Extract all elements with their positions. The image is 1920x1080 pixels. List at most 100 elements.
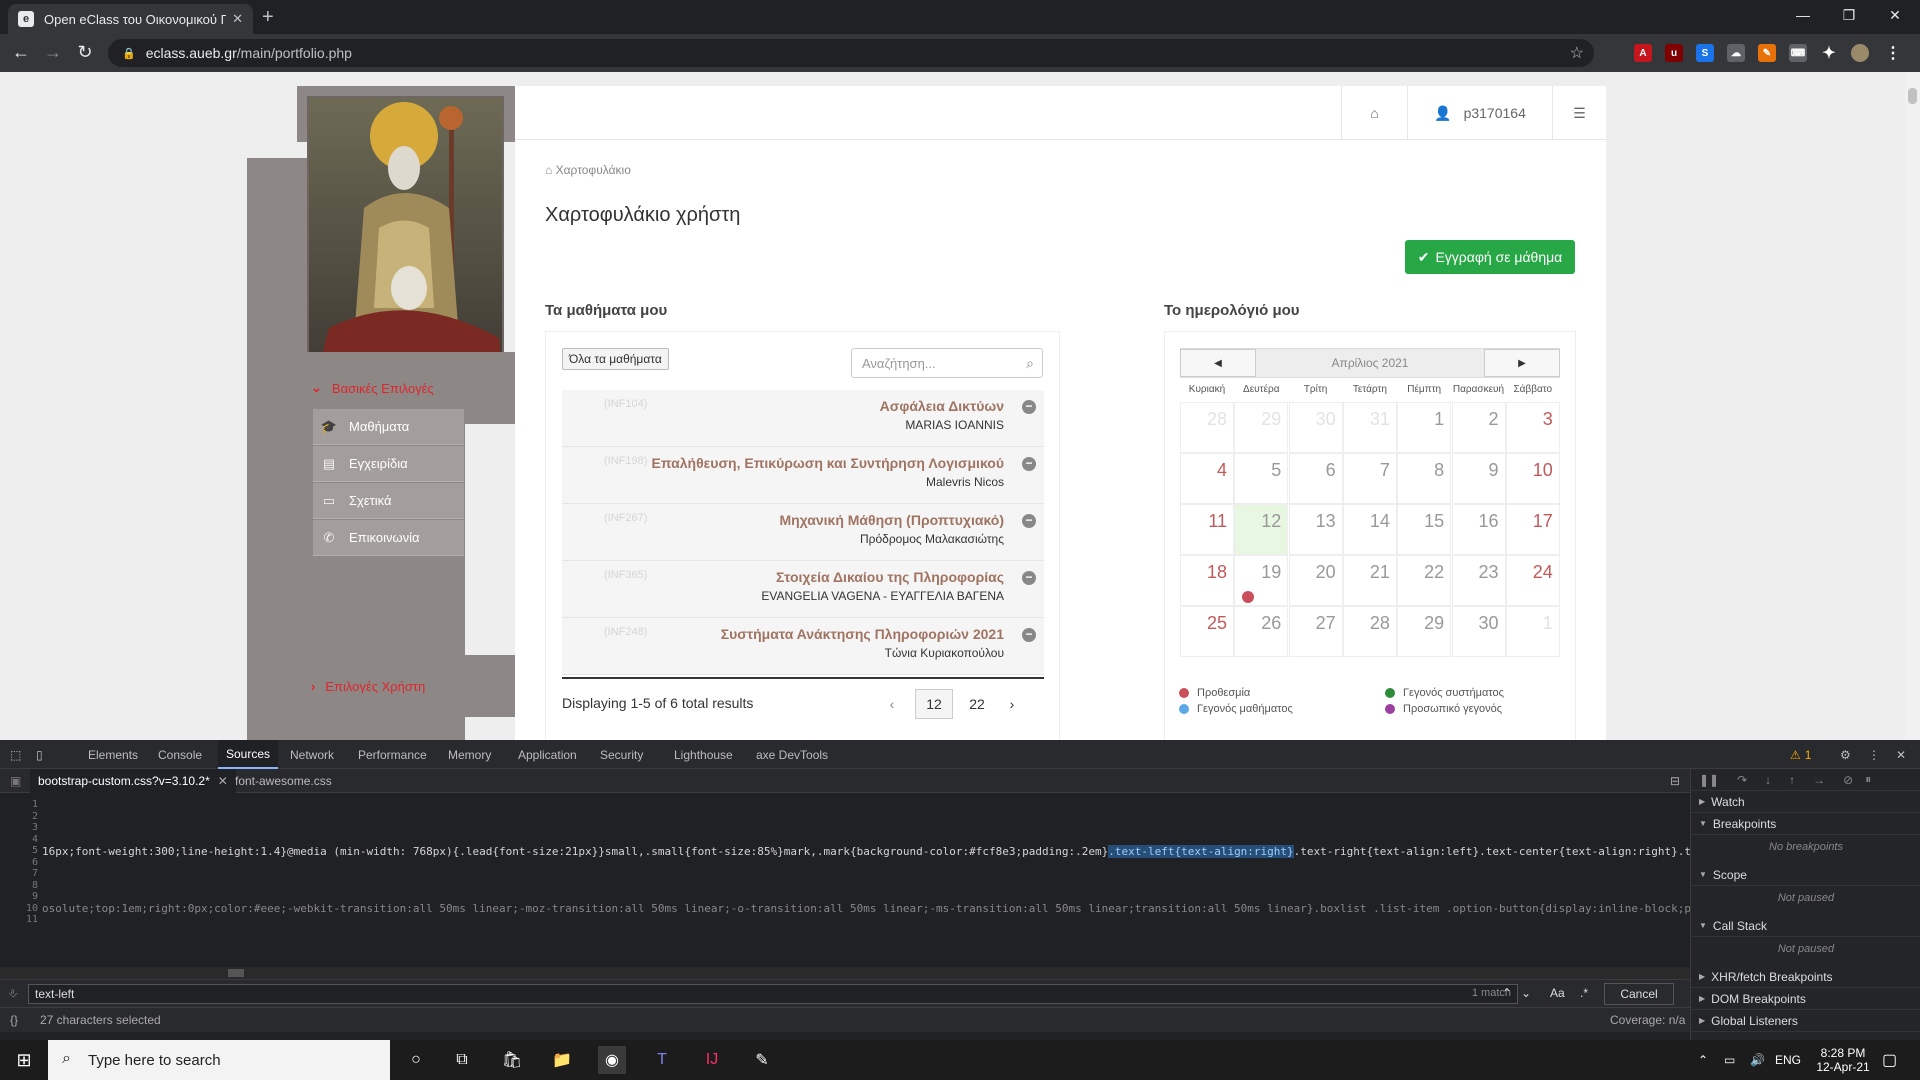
browser-tab[interactable]: e Open eClass του Οικονομικού Π ✕ [8,4,253,34]
devtools-tab[interactable]: Performance [350,740,435,769]
calendar-day[interactable]: 1 [1505,606,1560,657]
forward-icon[interactable]: → [42,42,64,63]
call-stack-section[interactable]: ▼ Call Stack [1691,915,1920,937]
scrollbar-thumb[interactable] [1908,88,1917,104]
cortana-icon[interactable]: ○ [402,1046,430,1074]
line-number[interactable]: 1 [0,799,38,810]
file-tab-font-awesome[interactable]: font-awesome.css [235,769,332,793]
app-icon[interactable]: ✎ [748,1046,776,1074]
unenroll-minus-icon[interactable]: − [1022,571,1036,585]
course-row[interactable]: Επαλήθευση, Επικύρωση και Συντήρηση Λογι… [562,447,1044,504]
address-bar[interactable]: 🔒 eclass.aueb.gr/main/portfolio.php ☆ [108,39,1594,67]
hscroll-thumb[interactable] [228,969,244,977]
calendar-day[interactable]: 15 [1397,504,1452,555]
course-row[interactable]: Συστήματα Ανάκτησης Πληροφοριών 2021 (IN… [562,618,1044,675]
calendar-day[interactable]: 22 [1397,555,1452,606]
calendar-day[interactable]: 16 [1451,504,1506,555]
ublock-extension-icon[interactable]: u [1665,44,1683,62]
sidebar-item-courses[interactable]: 🎓 Μαθήματα [313,409,464,445]
acrobat-extension-icon[interactable]: A [1634,44,1652,62]
code-editor[interactable]: 1 2 3 4 5 6 7 8 9 10 11 16px;font-weight:300;line-… [0,793,1691,979]
enroll-course-button[interactable]: ✔ Εγγραφή σε μάθημα [1405,240,1575,274]
pretty-print-button[interactable]: {} [10,1013,18,1027]
windows-start-icon[interactable]: ⊞ [10,1046,38,1074]
calendar-day[interactable]: 1 [1397,402,1452,453]
close-window-icon[interactable]: ✕ [1872,0,1918,30]
devtools-tab[interactable]: Elements [80,740,146,769]
step-out-icon[interactable]: ↑ [1789,773,1795,787]
course-title[interactable]: Επαλήθευση, Επικύρωση και Συντήρηση Λογι… [651,455,1004,471]
calendar-day[interactable]: 28 [1342,606,1397,657]
calendar-day[interactable]: 14 [1342,504,1397,555]
editor-hscrollbar[interactable] [0,967,1690,979]
settings-sliders-icon[interactable]: ☰ [1552,86,1606,140]
reload-icon[interactable]: ↻ [74,42,96,63]
pagination-page-2[interactable]: 22 [958,689,996,719]
calendar-day[interactable]: 31 [1342,402,1397,453]
close-file-tab-icon[interactable]: ✕ [218,774,228,788]
calendar-day[interactable]: 24 [1505,555,1560,606]
all-courses-button[interactable]: Όλα τα μαθήματα [562,348,669,370]
calendar-day[interactable]: 23 [1451,555,1506,606]
find-replace-icon[interactable]: ⎀ [8,986,18,1001]
cloud-extension-icon[interactable]: ☁ [1727,44,1745,62]
tag-extension-icon[interactable]: ✎ [1758,44,1776,62]
find-cancel-button[interactable]: Cancel [1604,983,1674,1005]
pagination-prev[interactable]: ‹ [882,689,902,719]
calendar-day[interactable]: 20 [1288,555,1343,606]
line-number[interactable]: 6 [0,857,38,868]
regex-toggle[interactable]: .* [1580,986,1588,1000]
task-view-icon[interactable]: ⧉ [448,1046,476,1074]
calendar-day[interactable]: 11 [1180,504,1234,555]
chrome-taskbar-icon[interactable]: ◉ [598,1046,626,1074]
scope-section[interactable]: ▼ Scope [1691,864,1920,886]
calendar-day[interactable]: 8 [1397,453,1452,504]
clock[interactable]: 8:28 PM 12-Apr-21 [1808,1040,1878,1080]
profile-avatar[interactable] [1851,44,1869,62]
restore-icon[interactable]: ❐ [1826,0,1872,30]
store-icon[interactable]: 🛍 [498,1046,526,1074]
volume-icon[interactable]: 🔊 [1750,1040,1765,1080]
calendar-day[interactable]: 13 [1288,504,1343,555]
breakpoints-section[interactable]: ▼ Breakpoints [1691,813,1920,835]
user-options-menu[interactable]: › Επιλογές Χρήστη [297,655,515,717]
intellij-icon[interactable]: IJ [698,1046,726,1074]
find-next-icon[interactable]: ⌄ [1521,986,1531,1000]
s-extension-icon[interactable]: S [1696,44,1714,62]
calendar-day[interactable]: 7 [1342,453,1397,504]
debugger-toggle-icon[interactable]: ⊟ [1670,769,1680,793]
course-row[interactable]: Στοιχεία Δικαίου της Πληροφορίας (INF365… [562,561,1044,618]
device-toolbar-icon[interactable]: ▯ [36,740,43,769]
code-line-10[interactable]: osolute;top:1em;right:0px;color:#eee;-we… [42,902,1691,915]
taskbar-search-input[interactable]: ⌕ Type here to search [48,1040,390,1080]
xhr-breakpoints-section[interactable]: ▶ XHR/fetch Breakpoints [1691,966,1920,988]
sidebar-item-contact[interactable]: ✆ Επικοινωνία [313,520,464,556]
calendar-day[interactable]: 17 [1505,504,1560,555]
sidebar-item-manuals[interactable]: ▤ Εγχειρίδια [313,446,464,482]
warning-icon[interactable]: ⚠ 1 [1790,740,1811,769]
line-number[interactable]: 9 [0,891,38,902]
find-prev-icon[interactable]: ⌃ [1502,986,1512,1000]
calendar-next-button[interactable]: ▶ [1484,349,1560,377]
bookmark-star-icon[interactable]: ☆ [1570,43,1584,63]
deactivate-breakpoints-icon[interactable]: ⊘ [1843,773,1853,787]
devtools-tab[interactable]: Application [510,740,585,769]
step-over-icon[interactable]: ↷ [1737,773,1747,787]
minimize-icon[interactable]: — [1780,0,1826,30]
unenroll-minus-icon[interactable]: − [1022,400,1036,414]
file-explorer-icon[interactable]: 📁 [548,1046,576,1074]
unenroll-minus-icon[interactable]: − [1022,514,1036,528]
breadcrumb[interactable]: ⌂ Χαρτοφυλάκιο [545,163,631,177]
devtools-more-icon[interactable]: ⋮ [1868,740,1880,769]
extensions-puzzle-icon[interactable]: ✦ [1820,44,1838,62]
calendar-day[interactable]: 21 [1342,555,1397,606]
calendar-day[interactable]: 30 [1451,606,1506,657]
line-number[interactable]: 7 [0,868,38,879]
calendar-day[interactable]: 3 [1505,402,1560,453]
inspect-element-icon[interactable]: ⬚ [10,740,21,769]
calendar-day[interactable]: 9 [1451,453,1506,504]
course-row[interactable]: Μηχανική Μάθηση (Προπτυχιακό) (INF267) Π… [562,504,1044,561]
line-number[interactable]: 4 [0,834,38,845]
home-icon[interactable]: ⌂ [1341,86,1407,140]
watch-section[interactable]: ▶ Watch [1691,791,1920,813]
